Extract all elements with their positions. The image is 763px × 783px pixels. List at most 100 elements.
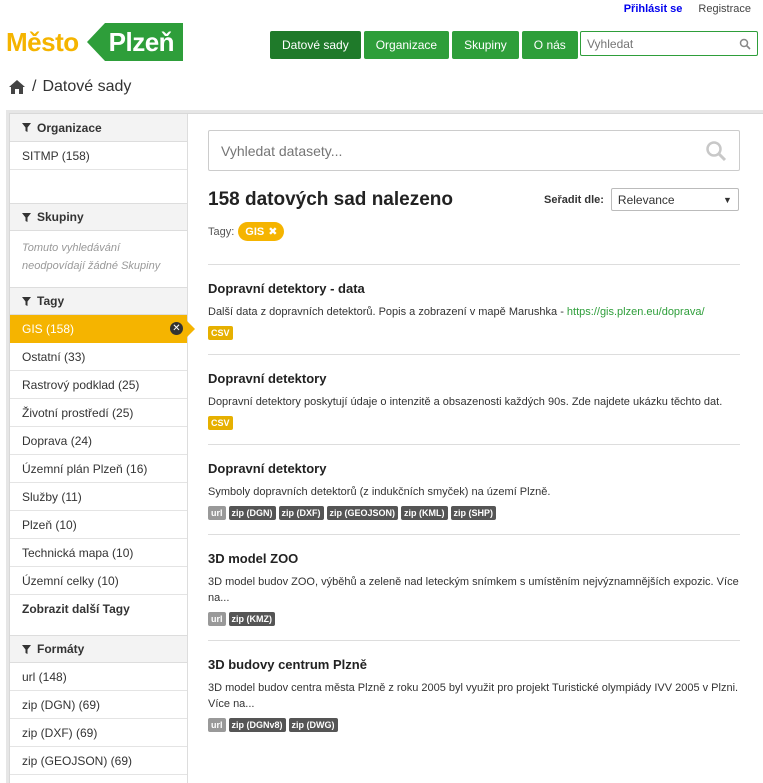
format-badge[interactable]: zip (KMZ) [228,612,276,626]
dataset-title-link[interactable]: Dopravní detektory [208,461,326,476]
dataset-description: Další data z dopravních detektorů. Popis… [208,304,740,320]
results-main: 158 datových sad nalezeno Seřadit dle: R… [188,114,763,783]
facet-item-sitmp[interactable]: SITMP (158) [10,142,187,170]
active-filters: Tagy: GIS ✖ [208,222,285,241]
facet-item-tag[interactable]: Územní plán Plzeň (16) [10,455,187,483]
active-filters-label: Tagy: [208,225,235,238]
dataset-formats: url zip (KMZ) [208,612,740,626]
format-badge[interactable]: url [208,506,226,520]
facet-item-format[interactable]: url (148) [10,663,187,691]
logo-text-mesto: Město [6,26,79,57]
filter-icon [22,296,31,306]
header-search-input[interactable] [587,36,739,51]
dataset-description: Symboly dopravních detektorů (z indukční… [208,486,551,498]
facet-item-gis-active[interactable]: GIS (158) ✕ [10,315,195,343]
format-badge[interactable]: url [208,718,226,732]
facet-item-tag[interactable]: Ostatní (33) [10,343,187,371]
format-badge[interactable]: CSV [208,416,233,430]
facet-item-tag[interactable]: Doprava (24) [10,427,187,455]
register-link[interactable]: Registrace [698,3,751,15]
facet-title: Skupiny [37,210,84,224]
facet-item-tag[interactable]: Rastrový podklad (25) [10,371,187,399]
format-badge[interactable]: zip (DWG) [288,718,338,732]
facet-empty-groups: Tomuto vyhledávání neodpovídají žádné Sk… [22,242,161,272]
active-tag-label: GIS [245,225,265,238]
facet-spacer [10,623,187,635]
dataset-title-link[interactable]: 3D budovy centrum Plzně [208,657,367,672]
close-icon[interactable]: ✖ [268,225,277,238]
facet-header-tags: Tagy [10,287,187,315]
search-icon[interactable] [705,140,727,162]
facet-item-tag[interactable]: Plzeň (10) [10,511,187,539]
main-navigation: Datové sady Organizace Skupiny O nás [270,31,578,59]
content-panel: Organizace SITMP (158) Skupiny Tomuto vy… [9,113,763,783]
dataset-item: 3D budovy centrum Plzně 3D model budov c… [208,640,740,746]
format-badge[interactable]: zip (DGN) [228,506,276,520]
logo-arrow-shape [86,23,105,61]
sort-control: Seřadit dle: Relevance ▼ [544,188,739,211]
dataset-description: 3D model budov ZOO, výběhů a zeleně nad … [208,576,739,604]
dataset-formats: CSV [208,416,740,430]
format-badge[interactable]: zip (DGNv8) [228,718,286,732]
dataset-search-input[interactable] [221,142,705,159]
sort-selected-value: Relevance [617,192,675,207]
dataset-search [208,130,740,171]
nav-datasets[interactable]: Datové sady [270,31,361,59]
filter-icon [22,644,31,654]
format-badge[interactable]: zip (KML) [401,506,448,520]
dataset-title-link[interactable]: 3D model ZOO [208,551,298,566]
sort-label: Seřadit dle: [544,193,604,206]
dataset-title-link[interactable]: Dopravní detektory [208,371,326,386]
nav-about[interactable]: O nás [521,31,578,59]
facet-title: Formáty [37,642,85,656]
facet-item-format[interactable]: zip (DXF) (69) [10,719,187,747]
format-badge[interactable]: CSV [208,326,233,340]
site-logo[interactable]: Město Plzeň [6,23,184,61]
content-container: Organizace SITMP (158) Skupiny Tomuto vy… [6,110,763,783]
breadcrumb: / Datové sady [8,78,131,96]
facet-header-groups: Skupiny [10,203,187,231]
active-tag-pill[interactable]: GIS ✖ [238,222,285,241]
facet-title: Tagy [37,294,65,308]
format-badge[interactable]: zip (SHP) [450,506,497,520]
remove-filter-icon[interactable]: ✕ [170,322,183,335]
dataset-item: Dopravní detektory Symboly dopravních de… [208,444,740,534]
filter-icon [22,123,31,132]
dataset-formats: CSV [208,326,740,340]
dataset-item: Dopravní detektory - data Další data z d… [208,264,740,354]
home-icon[interactable] [8,79,26,95]
dataset-item: Dopravní detektory Dopravní detektory po… [208,354,740,444]
dataset-description: Dopravní detektory poskytují údaje o int… [208,396,723,408]
dataset-desc-text: Další data z dopravních detektorů. Popis… [208,306,567,318]
show-more-tags-link[interactable]: Zobrazit další Tagy [10,595,187,623]
dataset-list: Dopravní detektory - data Další data z d… [208,264,740,746]
facet-item-format[interactable]: zip (GEOJSON) (69) [10,747,187,775]
facet-header-formats: Formáty [10,635,187,663]
dataset-external-link[interactable]: https://gis.plzen.eu/doprava/ [567,306,705,318]
facet-item-tag[interactable]: Územní celky (10) [10,567,187,595]
login-link[interactable]: Přihlásit se [624,3,683,15]
search-icon[interactable] [739,38,751,50]
nav-groups[interactable]: Skupiny [452,31,519,59]
chevron-down-icon: ▼ [722,194,732,205]
facet-sidebar: Organizace SITMP (158) Skupiny Tomuto vy… [10,114,195,783]
header-search [580,31,758,56]
account-links: Přihlásit se Registrace [624,3,751,15]
nav-organizations[interactable]: Organizace [363,31,450,59]
facet-item-tag[interactable]: Životní prostředí (25) [10,399,187,427]
facet-item-format[interactable]: zip (DGN) (69) [10,691,187,719]
facet-header-organizations: Organizace [10,114,187,142]
dataset-formats: url zip (DGN) zip (DXF) zip (GEOJSON) zi… [208,506,740,520]
facet-item-tag[interactable]: Služby (11) [10,483,187,511]
dataset-item: 3D model ZOO 3D model budov ZOO, výběhů … [208,534,740,640]
format-badge[interactable]: zip (GEOJSON) [326,506,399,520]
filter-icon [22,212,31,222]
format-badge[interactable]: url [208,612,226,626]
facet-spacer [10,170,187,203]
dataset-title-link[interactable]: Dopravní detektory - data [208,281,365,296]
format-badge[interactable]: zip (DXF) [278,506,324,520]
breadcrumb-current[interactable]: Datové sady [42,78,131,96]
sort-select[interactable]: Relevance ▼ [610,188,739,211]
facet-item-tag[interactable]: Technická mapa (10) [10,539,187,567]
facet-title: Organizace [37,120,102,135]
